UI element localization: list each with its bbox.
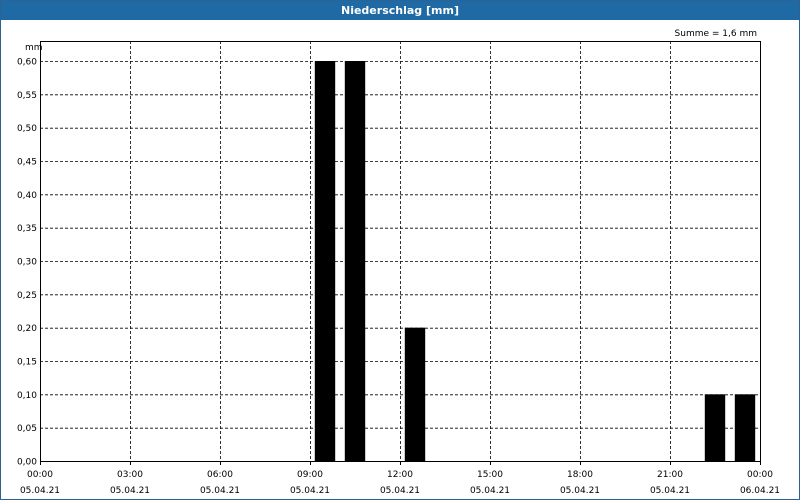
y-tick-label: 0,45 [17,158,37,168]
chart-window: Niederschlag [mm] 0,00 0,05 0,10 0,15 0,20 0,… [0,0,800,500]
x-tick-time-label: 09:00 [297,470,323,480]
x-tick-time-label: 21:00 [657,470,683,480]
y-tick-label: 0,40 [17,191,37,201]
tick-labels: 0,00 0,05 0,10 0,15 0,20 0,25 0,30 0,35 0,40 0,45… [17,58,780,497]
precipitation-bar [734,394,756,461]
x-tick-time-label: 15:00 [477,470,503,480]
y-tick-label: 0,20 [17,324,37,334]
bars [314,61,756,461]
x-tick-time-label: 00:00 [27,470,53,480]
precipitation-bar [704,394,726,461]
y-tick-label: 0,25 [17,291,37,301]
x-tick-date-label: 05.04.21 [650,486,690,496]
x-tick-time-label: 00:00 [747,470,773,480]
precipitation-bar [404,327,426,461]
y-tick-label: 0,55 [17,91,37,101]
x-tick-date-label: 05.04.21 [200,486,240,496]
x-tick-time-label: 06:00 [207,470,233,480]
y-tick-label: 0,50 [17,124,37,134]
chart-svg: 0,00 0,05 0,10 0,15 0,20 0,25 0,30 0,35 0,40 0,45… [17,29,780,497]
y-axis-unit-label: mm [25,43,43,53]
y-tick-label: 0,15 [17,358,37,368]
precipitation-bar [344,61,366,461]
precipitation-bar [314,61,336,461]
x-tick-time-label: 18:00 [567,470,593,480]
x-tick-date-label: 05.04.21 [110,486,150,496]
x-tick-time-label: 12:00 [387,470,413,480]
y-tick-label: 0,35 [17,224,37,234]
x-tick-date-label: 05.04.21 [290,486,330,496]
y-tick-label: 0,05 [17,424,37,434]
x-tick-date-label: 05.04.21 [20,486,60,496]
x-tick-date-label: 05.04.21 [470,486,510,496]
y-tick-label: 0,30 [17,258,37,268]
y-tick-label: 0,60 [17,58,37,68]
sum-annotation: Summe = 1,6 mm [675,29,757,39]
y-tick-label: 0,10 [17,391,37,401]
x-tick-time-label: 03:00 [117,470,143,480]
x-tick-date-label: 06.04.21 [740,486,780,496]
x-tick-date-label: 05.04.21 [380,486,420,496]
x-tick-date-label: 05.04.21 [560,486,600,496]
grid-lines [40,41,760,461]
y-tick-label: 0,00 [17,458,37,468]
